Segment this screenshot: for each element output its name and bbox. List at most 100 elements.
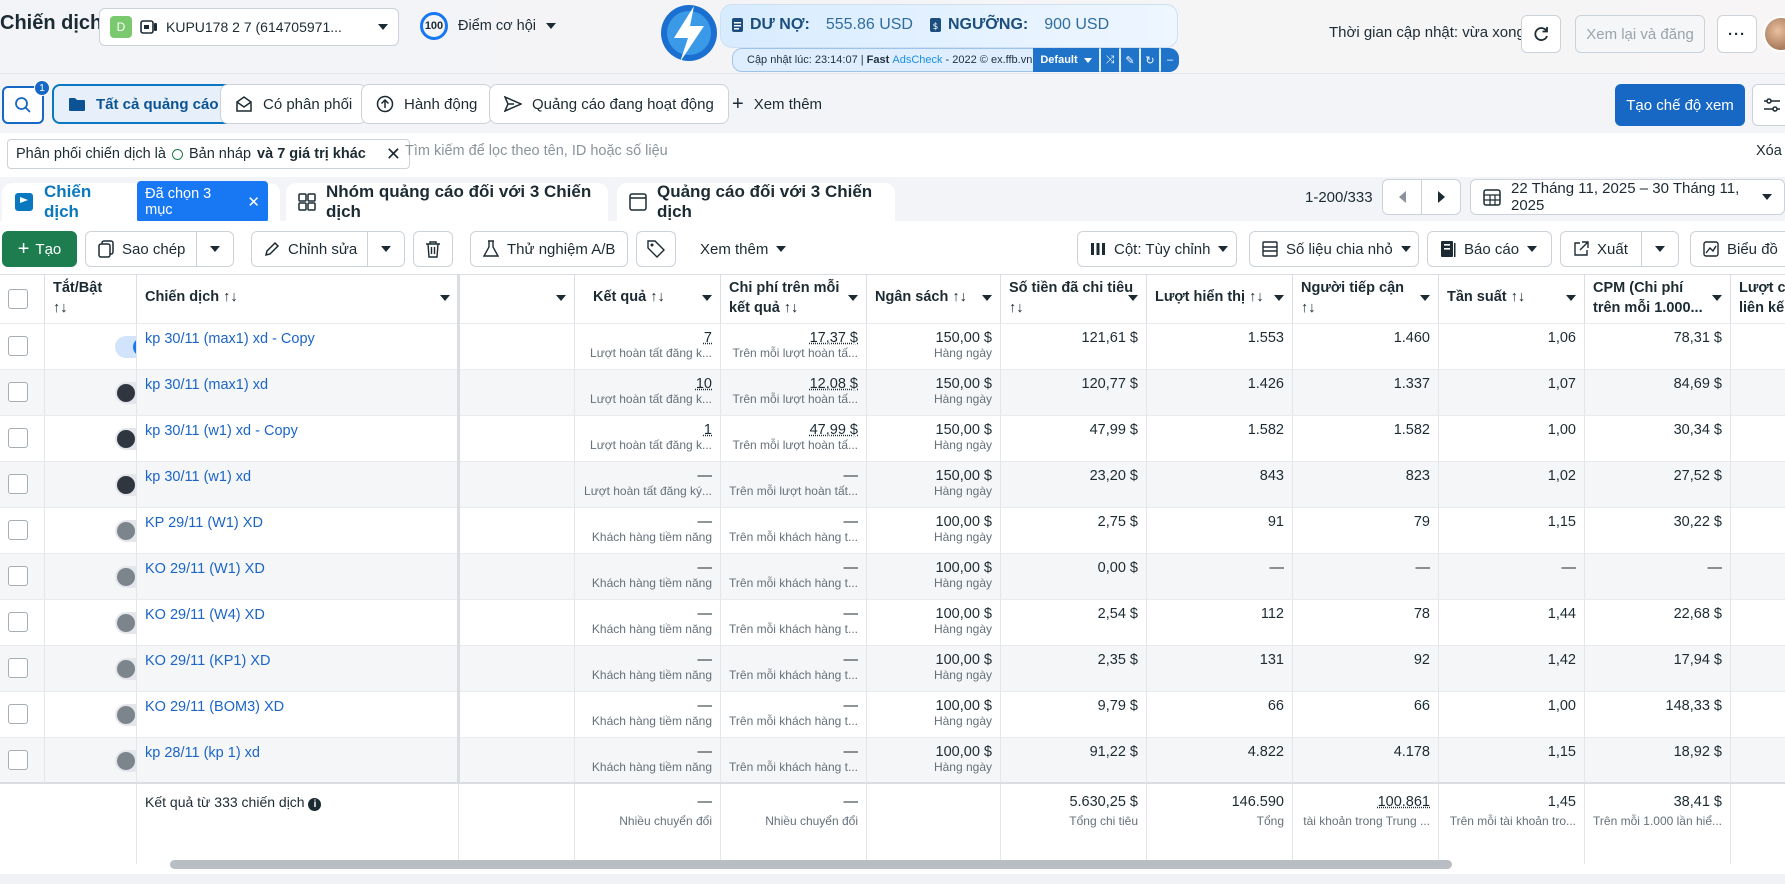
search-button[interactable]: 1 (2, 80, 50, 124)
campaign-name-link[interactable]: kp 30/11 (max1) xd (145, 377, 268, 393)
row-checkbox[interactable] (8, 336, 28, 356)
more-options-button[interactable]: ··· (1717, 15, 1757, 53)
chevron-down-icon[interactable] (1274, 295, 1284, 301)
row-checkbox[interactable] (8, 704, 28, 724)
header-budget[interactable]: Ngân sách ↑↓ (867, 275, 1001, 323)
chevron-down-icon[interactable] (982, 295, 992, 301)
tab-ads[interactable]: Quảng cáo đối với 3 Chiến dịch (617, 182, 895, 221)
settings-sliders-button[interactable] (1752, 84, 1785, 126)
filter-chip-delivery[interactable]: Phân phối chiến dịch là Bản nháp và 7 gi… (7, 139, 410, 169)
row-checkbox[interactable] (8, 750, 28, 770)
chevron-down-icon[interactable] (556, 295, 566, 301)
header-reach[interactable]: Người tiếp cận ↑↓ (1293, 275, 1439, 323)
chevron-down-icon[interactable] (1712, 295, 1722, 301)
close-icon[interactable]: ✕ (386, 144, 401, 165)
create-view-button[interactable]: Tạo chế độ xem (1615, 84, 1745, 126)
table-row[interactable]: kp 30/11 (w1) xd — Lượt hoàn tất đăng ký..… (0, 461, 1785, 508)
header-toggle[interactable]: Tắt/Bật ↑↓ (45, 275, 137, 323)
row-checkbox[interactable] (8, 520, 28, 540)
create-button[interactable]: + Tạo (2, 231, 77, 267)
table-row[interactable]: kp 30/11 (max1) xd 10 Lượt hoàn tất đăng k… (0, 369, 1785, 416)
chevron-down-icon[interactable] (1566, 295, 1576, 301)
delete-button[interactable] (413, 231, 453, 267)
breakdown-button[interactable]: Số liệu chia nhỏ (1249, 231, 1419, 267)
tab-campaigns[interactable]: Chiến dịch Đã chọn 3 mục ✕ (2, 181, 280, 223)
adscheck-refresh-button[interactable]: ↻ (1141, 48, 1159, 72)
campaign-name-link[interactable]: kp 30/11 (w1) xd (145, 469, 251, 485)
campaign-toggle[interactable] (115, 520, 136, 542)
row-checkbox[interactable] (8, 474, 28, 494)
tab-active-ads[interactable]: Quảng cáo đang hoạt động (489, 84, 729, 124)
table-row[interactable]: KO 29/11 (W4) XD — Khách hàng tiềm năng — Tr… (0, 599, 1785, 646)
chart-button[interactable]: Biểu đồ (1690, 231, 1785, 267)
adscheck-edit-button[interactable]: ✎ (1121, 48, 1139, 72)
row-checkbox[interactable] (8, 612, 28, 632)
duplicate-button[interactable]: Sao chép (85, 231, 197, 267)
select-all-checkbox[interactable] (8, 289, 28, 309)
table-row[interactable]: KO 29/11 (KP1) XD — Khách hàng tiềm năng — T… (0, 645, 1785, 692)
chevron-down-icon[interactable] (1128, 295, 1138, 301)
columns-button[interactable]: Cột: Tùy chỉnh (1077, 231, 1237, 267)
adscheck-minimize-button[interactable]: – (1161, 48, 1179, 72)
row-checkbox[interactable] (8, 428, 28, 448)
row-checkbox[interactable] (8, 382, 28, 402)
horizontal-scrollbar[interactable] (170, 860, 1452, 869)
previous-page-button[interactable] (1382, 179, 1422, 215)
campaign-name-link[interactable]: KO 29/11 (BOM3) XD (145, 699, 284, 715)
header-amount-spent[interactable]: Số tiền đã chi tiêu ↑↓ (1001, 275, 1147, 323)
campaign-toggle[interactable] (115, 704, 136, 726)
chevron-down-icon[interactable] (440, 295, 450, 301)
close-icon[interactable]: ✕ (247, 193, 260, 211)
tab-actions[interactable]: Hành động (361, 84, 493, 124)
tab-all-ads[interactable]: Tất cả quảng cáo (52, 84, 235, 124)
review-publish-button[interactable]: Xem lại và đăng (1575, 15, 1705, 53)
campaign-toggle[interactable] (115, 474, 136, 496)
tag-button[interactable] (636, 231, 676, 267)
campaign-toggle[interactable] (115, 566, 136, 588)
campaign-toggle[interactable] (115, 750, 136, 772)
header-link-clicks[interactable]: Lượt c liên kế (1731, 275, 1785, 323)
edit-dropdown[interactable] (367, 231, 405, 267)
campaign-name-link[interactable]: KO 29/11 (W1) XD (145, 561, 265, 577)
avatar[interactable] (1763, 16, 1785, 52)
chevron-down-icon[interactable] (702, 295, 712, 301)
campaign-name-link[interactable]: KO 29/11 (W4) XD (145, 607, 265, 623)
header-cpm[interactable]: CPM (Chi phí trên mỗi 1.000... (1585, 275, 1731, 323)
campaign-name-link[interactable]: KP 29/11 (W1) XD (145, 515, 263, 531)
refresh-button[interactable] (1521, 15, 1561, 53)
account-selector[interactable]: D KUPU178 2 7 (614705971... (99, 8, 399, 46)
filter-search-input[interactable]: Tìm kiếm để lọc theo tên, ID hoặc số liệ… (405, 143, 668, 159)
row-checkbox[interactable] (8, 658, 28, 678)
selected-count-badge[interactable]: Đã chọn 3 mục ✕ (137, 181, 268, 223)
table-row[interactable]: kp 28/11 (kp 1) xd — Khách hàng tiềm năng —… (0, 737, 1785, 784)
campaign-toggle[interactable] (115, 658, 136, 680)
campaign-toggle[interactable] (115, 382, 136, 404)
campaign-toggle[interactable] (115, 336, 136, 358)
adscheck-preset-select[interactable]: Default (1033, 48, 1099, 72)
campaign-name-link[interactable]: KO 29/11 (KP1) XD (145, 653, 270, 669)
header-frequency[interactable]: Tần suất ↑↓ (1439, 275, 1585, 323)
header-campaign-name[interactable]: Chiến dịch ↑↓ (137, 275, 459, 323)
next-page-button[interactable] (1421, 179, 1461, 215)
campaign-name-link[interactable]: kp 30/11 (w1) xd - Copy (145, 423, 298, 439)
tab-delivering[interactable]: Có phân phối (220, 84, 368, 124)
clear-filters-link[interactable]: Xóa (1756, 143, 1782, 159)
edit-button[interactable]: Chỉnh sửa (251, 231, 376, 267)
campaign-name-link[interactable]: kp 28/11 (kp 1) xd (145, 745, 260, 761)
table-row[interactable]: KO 29/11 (W1) XD — Khách hàng tiềm năng — Tr… (0, 553, 1785, 600)
campaign-name-link[interactable]: kp 30/11 (max1) xd - Copy (145, 331, 315, 347)
date-range-picker[interactable]: 22 Tháng 11, 2025 – 30 Tháng 11, 2025 (1470, 179, 1785, 215)
info-icon[interactable]: i (308, 798, 322, 811)
campaign-toggle[interactable] (115, 428, 136, 450)
table-row[interactable]: KO 29/11 (BOM3) XD — Khách hàng tiềm năng —… (0, 691, 1785, 738)
campaign-toggle[interactable] (115, 612, 136, 634)
see-more-views-button[interactable]: + Xem thêm (718, 84, 836, 124)
tab-adsets[interactable]: Nhóm quảng cáo đối với 3 Chiến dịch (286, 182, 608, 221)
chevron-down-icon[interactable] (848, 295, 858, 301)
more-actions-button[interactable]: Xem thêm (688, 231, 798, 267)
reports-button[interactable]: Báo cáo (1427, 231, 1552, 267)
header-results[interactable]: Kết quả ↑↓ (575, 275, 721, 323)
header-impressions[interactable]: Lượt hiển thị ↑↓ (1147, 275, 1293, 323)
export-dropdown[interactable] (1641, 231, 1679, 267)
adscheck-shuffle-button[interactable]: ⤨ (1101, 48, 1119, 72)
